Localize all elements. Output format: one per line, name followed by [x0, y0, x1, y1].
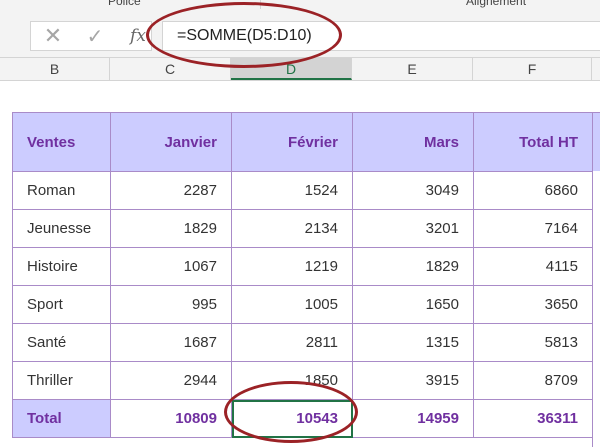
column-header-c[interactable]: C — [110, 58, 231, 80]
table-cell[interactable]: 6860 — [473, 171, 593, 210]
total-label-cell[interactable]: Total — [12, 399, 111, 438]
header-cell-janvier[interactable]: Janvier — [110, 112, 232, 172]
table-cell[interactable]: 1315 — [352, 323, 474, 362]
table-cell[interactable]: Thriller — [12, 361, 111, 400]
header-cell-ventes[interactable]: Ventes — [12, 112, 111, 172]
header-cell-fevrier[interactable]: Février — [231, 112, 353, 172]
table-cell[interactable]: 8709 — [473, 361, 593, 400]
table-cell[interactable]: 5813 — [473, 323, 593, 362]
cancel-icon[interactable]: ✕ — [39, 22, 67, 50]
table-cell[interactable]: 2944 — [110, 361, 232, 400]
table-cell[interactable]: 1650 — [352, 285, 474, 324]
next-column-header-cell — [592, 112, 600, 171]
table-cell[interactable]: 2134 — [231, 209, 353, 248]
table-cell[interactable]: 1687 — [110, 323, 232, 362]
table-cell[interactable]: 7164 — [473, 209, 593, 248]
insert-function-icon[interactable]: fx — [125, 22, 151, 50]
table-cell[interactable]: 1067 — [110, 247, 232, 286]
header-cell-mars[interactable]: Mars — [352, 112, 474, 172]
formula-input[interactable]: =SOMME(D5:D10) — [162, 21, 600, 51]
formula-buttons: ✕ ✓ fx — [30, 21, 152, 51]
enter-icon[interactable]: ✓ — [81, 22, 109, 50]
table-cell[interactable]: 2811 — [231, 323, 353, 362]
table-cell[interactable]: 3201 — [352, 209, 474, 248]
total-cell-fevrier-selected[interactable]: 10543 — [231, 399, 353, 438]
column-header-d[interactable]: D — [231, 58, 352, 80]
table-cell[interactable]: 4115 — [473, 247, 593, 286]
table-cell[interactable]: 1850 — [231, 361, 353, 400]
table-cell[interactable]: 1524 — [231, 171, 353, 210]
table-cell[interactable]: Santé — [12, 323, 111, 362]
table-cell[interactable]: 2287 — [110, 171, 232, 210]
table-cell[interactable]: 1829 — [352, 247, 474, 286]
total-row: Total 10809 10543 14959 36311 — [12, 399, 593, 438]
table-cell[interactable]: 3049 — [352, 171, 474, 210]
header-cell-total-ht[interactable]: Total HT — [473, 112, 593, 172]
table-cell[interactable]: Jeunesse — [12, 209, 111, 248]
total-cell-total-ht[interactable]: 36311 — [473, 399, 593, 438]
table-row: Roman 2287 1524 3049 6860 — [12, 171, 593, 210]
table-cell[interactable]: 1829 — [110, 209, 232, 248]
table-cell[interactable]: 1219 — [231, 247, 353, 286]
ribbon-group-labels: Police Alignement — [0, 0, 600, 9]
column-header-e[interactable]: E — [352, 58, 473, 80]
column-header-b[interactable]: B — [0, 58, 110, 80]
ribbon-group-police: Police — [108, 0, 141, 8]
next-column-border — [592, 112, 593, 447]
ribbon-group-alignement: Alignement — [466, 0, 527, 8]
table-row: Santé 1687 2811 1315 5813 — [12, 323, 593, 362]
formula-bar: ✕ ✓ fx =SOMME(D5:D10) — [0, 9, 600, 57]
worksheet-grid[interactable]: Ventes Janvier Février Mars Total HT Rom… — [0, 81, 600, 447]
table-row: Jeunesse 1829 2134 3201 7164 — [12, 209, 593, 248]
table-row: Sport 995 1005 1650 3650 — [12, 285, 593, 324]
sales-table: Ventes Janvier Février Mars Total HT Rom… — [12, 112, 593, 438]
table-header-row: Ventes Janvier Février Mars Total HT — [12, 112, 593, 172]
column-header-f[interactable]: F — [473, 58, 592, 80]
table-cell[interactable]: 995 — [110, 285, 232, 324]
total-cell-mars[interactable]: 14959 — [352, 399, 474, 438]
total-cell-janvier[interactable]: 10809 — [110, 399, 232, 438]
table-cell[interactable]: Sport — [12, 285, 111, 324]
table-cell[interactable]: 1005 — [231, 285, 353, 324]
column-headers: B C D E F — [0, 57, 600, 81]
table-row: Thriller 2944 1850 3915 8709 — [12, 361, 593, 400]
table-row: Histoire 1067 1219 1829 4115 — [12, 247, 593, 286]
ribbon-separator — [260, 0, 261, 9]
table-cell[interactable]: Histoire — [12, 247, 111, 286]
table-cell[interactable]: 3650 — [473, 285, 593, 324]
table-cell[interactable]: Roman — [12, 171, 111, 210]
table-cell[interactable]: 3915 — [352, 361, 474, 400]
